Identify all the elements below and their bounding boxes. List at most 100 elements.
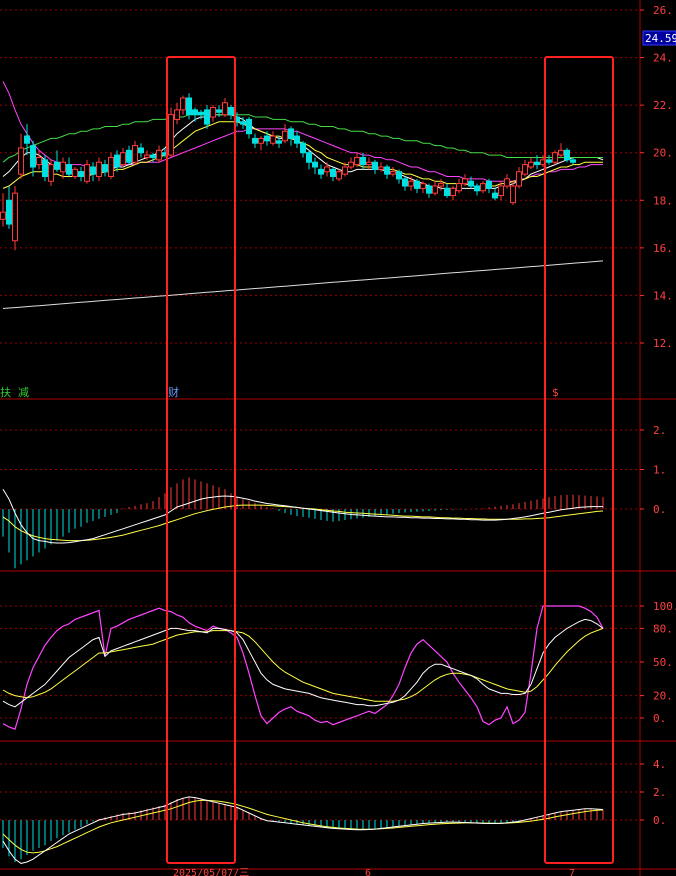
candle-body — [528, 161, 534, 168]
current-price-box: 24.59 — [642, 30, 676, 46]
candle-body — [438, 183, 444, 187]
candle — [564, 147, 570, 163]
candle-body — [354, 156, 360, 166]
candle-body — [246, 118, 252, 135]
candle-body — [30, 145, 36, 168]
candle-body — [444, 187, 450, 197]
candle — [168, 107, 174, 158]
candle-body — [0, 211, 6, 220]
candle — [12, 186, 18, 251]
candle-body — [570, 159, 576, 163]
candle-body — [414, 180, 420, 189]
candle-body — [474, 185, 480, 192]
candle-body — [282, 130, 288, 142]
candle-body — [300, 142, 306, 154]
date-label: 7 — [569, 868, 575, 876]
current-price-label: 24.59 — [645, 32, 676, 45]
candle-body — [222, 102, 228, 116]
candle-body — [276, 140, 282, 144]
candle-body — [456, 183, 462, 192]
candle-body — [144, 154, 150, 158]
candle-body — [504, 178, 510, 187]
candle-body — [90, 166, 96, 175]
candle-body — [510, 185, 516, 204]
candle-body — [306, 152, 312, 163]
candle-body — [198, 111, 204, 116]
y-tick-label: 16. — [653, 242, 673, 255]
candle-body — [60, 161, 66, 173]
y-tick-label: 14. — [653, 289, 673, 302]
stock-chart: 26. 24. 22. 20. 18. 16. 14. 12. 2. 1. 0. 100. 80. 50.… — [0, 0, 676, 876]
candle-body — [54, 161, 60, 170]
candle-body — [42, 159, 48, 178]
candle-body — [108, 156, 114, 178]
signal-label: 财 — [168, 385, 179, 399]
y-tick-label: 0. — [653, 503, 666, 516]
y-tick-label: 20. — [653, 690, 673, 703]
candle-body — [102, 164, 108, 173]
candle-body — [114, 154, 120, 168]
y-tick-label: 2. — [653, 786, 666, 799]
candle-body — [12, 192, 18, 242]
y-tick-label: 12. — [653, 337, 673, 350]
candle-body — [336, 171, 342, 180]
candle-body — [216, 109, 222, 113]
candle-body — [318, 168, 324, 175]
candle-body — [342, 166, 348, 175]
candle-body — [228, 107, 234, 116]
y-tick-label: 2. — [653, 424, 666, 437]
candle-body — [546, 159, 552, 163]
candle-body — [498, 185, 504, 197]
signal-label: $ — [552, 386, 559, 399]
y-tick-label: 0. — [653, 712, 666, 725]
candle-body — [270, 135, 276, 144]
candle-body — [486, 180, 492, 189]
y-tick-label: 50. — [653, 656, 673, 669]
candle-body — [168, 114, 174, 156]
candle-body — [480, 183, 486, 192]
candle-body — [24, 135, 30, 144]
y-tick-label: 4. — [653, 758, 666, 771]
y-tick-label: 0. — [653, 814, 666, 827]
candle-body — [432, 185, 438, 194]
candle-body — [396, 171, 402, 180]
candle-body — [420, 183, 426, 189]
candle-body — [258, 137, 264, 144]
candle-body — [426, 185, 432, 194]
candle-body — [156, 149, 162, 161]
candle-body — [132, 145, 138, 163]
candle-body — [150, 154, 156, 158]
candle-body — [468, 180, 474, 187]
candle-body — [348, 161, 354, 168]
candle-body — [324, 166, 330, 173]
candle-body — [138, 147, 144, 154]
candle-body — [264, 135, 270, 142]
candle-body — [288, 128, 294, 139]
candle-body — [378, 166, 384, 170]
candle-body — [492, 192, 498, 199]
signal-label: 减 — [18, 386, 29, 399]
candle-body — [564, 149, 570, 161]
candle-body — [552, 152, 558, 163]
candle-body — [210, 107, 216, 118]
date-label: 2025/05/07/三 — [173, 868, 249, 876]
candle-body — [372, 161, 378, 170]
candle-body — [126, 149, 132, 163]
candle-body — [174, 109, 180, 120]
candle-body — [522, 164, 528, 175]
candle-body — [360, 156, 366, 166]
signal-label: 扶 — [0, 385, 11, 399]
candle-body — [180, 97, 186, 111]
candle-body — [240, 121, 246, 125]
candle-body — [252, 137, 258, 144]
y-tick-label: 22. — [653, 99, 673, 112]
candle — [552, 150, 558, 165]
candle-body — [186, 97, 192, 116]
candle-body — [192, 109, 198, 116]
y-tick-label: 26. — [653, 4, 673, 17]
candle-body — [36, 156, 42, 166]
candle-body — [96, 161, 102, 178]
date-label: 6 — [365, 868, 371, 876]
candle-body — [72, 168, 78, 178]
candle-body — [402, 178, 408, 187]
